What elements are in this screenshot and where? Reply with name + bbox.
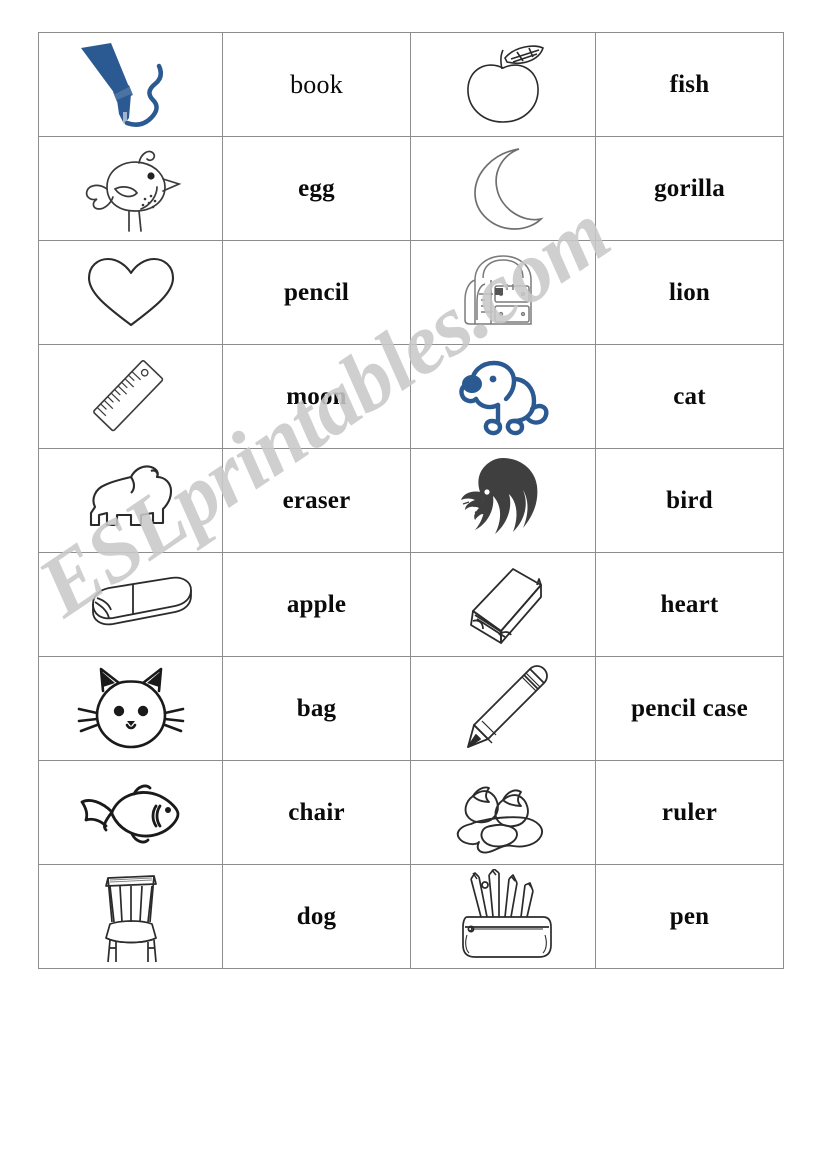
vocabulary-word: bird [666, 487, 713, 514]
picture-cell-pencil[interactable] [410, 656, 596, 761]
pencil-icon [467, 664, 548, 748]
picture-cell-apple[interactable] [410, 32, 596, 137]
vocabulary-word: pencil case [631, 695, 748, 722]
picture-cell-ruler[interactable] [38, 344, 223, 449]
vocabulary-word: cat [673, 383, 706, 410]
word-cell[interactable]: fish [595, 32, 784, 137]
vocabulary-word: ruler [661, 799, 718, 826]
picture-cell-bird[interactable] [38, 136, 223, 241]
vocabulary-word: egg [298, 175, 335, 202]
table-row: moon cat [38, 344, 784, 449]
lion-head-icon [461, 457, 538, 534]
word-cell[interactable]: apple [222, 552, 411, 657]
picture-cell-gorilla[interactable] [38, 448, 223, 553]
table-row: pencil lion [38, 240, 784, 345]
vocabulary-word: lion [668, 279, 711, 306]
backpack-icon [464, 254, 532, 325]
table-row: chair ruler [38, 760, 784, 865]
word-cell[interactable]: heart [595, 552, 784, 657]
picture-cell-pen[interactable] [38, 32, 223, 137]
heart-icon [87, 257, 174, 326]
vocabulary-word: gorilla [654, 175, 725, 202]
word-cell[interactable]: ruler [595, 760, 784, 865]
picture-cell-eraser[interactable] [38, 552, 223, 657]
vocabulary-word: heart [660, 591, 719, 618]
word-cell[interactable]: book [222, 32, 411, 137]
table-row: eraser bird [38, 448, 784, 553]
picture-cell-heart[interactable] [38, 240, 223, 345]
picture-cell-lion[interactable] [410, 448, 596, 553]
vocabulary-word: pencil [283, 279, 350, 306]
word-cell[interactable]: chair [222, 760, 411, 865]
picture-cell-egg[interactable] [410, 760, 596, 865]
bird-icon [85, 150, 181, 232]
fountain-pen-icon [80, 42, 163, 127]
word-cell[interactable]: egg [222, 136, 411, 241]
word-cell[interactable]: moon [222, 344, 411, 449]
vocabulary-word: bag [296, 695, 337, 722]
egg-icon [456, 786, 543, 853]
vocabulary-word: chair [288, 799, 345, 826]
word-cell[interactable]: bird [595, 448, 784, 553]
vocabulary-word: dog [296, 903, 337, 930]
word-cell[interactable]: pencil case [595, 656, 784, 761]
apple-icon [467, 44, 544, 123]
picture-cell-chair[interactable] [38, 864, 223, 969]
pencil-case-icon [462, 868, 552, 958]
picture-cell-dog[interactable] [410, 344, 596, 449]
fish-icon [80, 784, 179, 843]
cat-face-icon [77, 667, 184, 748]
word-cell[interactable]: pencil [222, 240, 411, 345]
table-row: bag pencil case [38, 656, 784, 761]
picture-cell-pencil-case[interactable] [410, 864, 596, 969]
gorilla-icon [89, 464, 172, 526]
word-cell[interactable]: bag [222, 656, 411, 761]
moon-icon [474, 147, 544, 230]
ruler-icon [92, 359, 163, 431]
word-cell[interactable]: pen [595, 864, 784, 969]
vocabulary-word: apple [286, 591, 347, 618]
dog-icon [459, 360, 549, 435]
picture-cell-moon[interactable] [410, 136, 596, 241]
picture-cell-backpack[interactable] [410, 240, 596, 345]
vocabulary-word: pen [669, 903, 710, 930]
eraser-icon [91, 576, 192, 625]
picture-cell-cat[interactable] [38, 656, 223, 761]
vocabulary-word: eraser [282, 487, 351, 514]
table-row: egg gorilla [38, 136, 784, 241]
picture-cell-fish[interactable] [38, 760, 223, 865]
table-row: book fish [38, 32, 784, 137]
table-row: dog pen [38, 864, 784, 969]
table-row: apple heart [38, 552, 784, 657]
worksheet-page: book fish egg gorilla pencil lion moon c… [0, 0, 821, 1161]
vocabulary-word: moon [286, 383, 347, 410]
word-cell[interactable]: eraser [222, 448, 411, 553]
word-cell[interactable]: gorilla [595, 136, 784, 241]
chair-icon [104, 874, 157, 962]
vocabulary-word: fish [669, 71, 710, 98]
word-cell[interactable]: dog [222, 864, 411, 969]
vocabulary-matching-table: book fish egg gorilla pencil lion moon c… [38, 32, 784, 969]
word-cell[interactable]: cat [595, 344, 784, 449]
book-icon [470, 567, 542, 644]
word-cell[interactable]: lion [595, 240, 784, 345]
picture-cell-book[interactable] [410, 552, 596, 657]
vocabulary-word: book [290, 69, 343, 99]
